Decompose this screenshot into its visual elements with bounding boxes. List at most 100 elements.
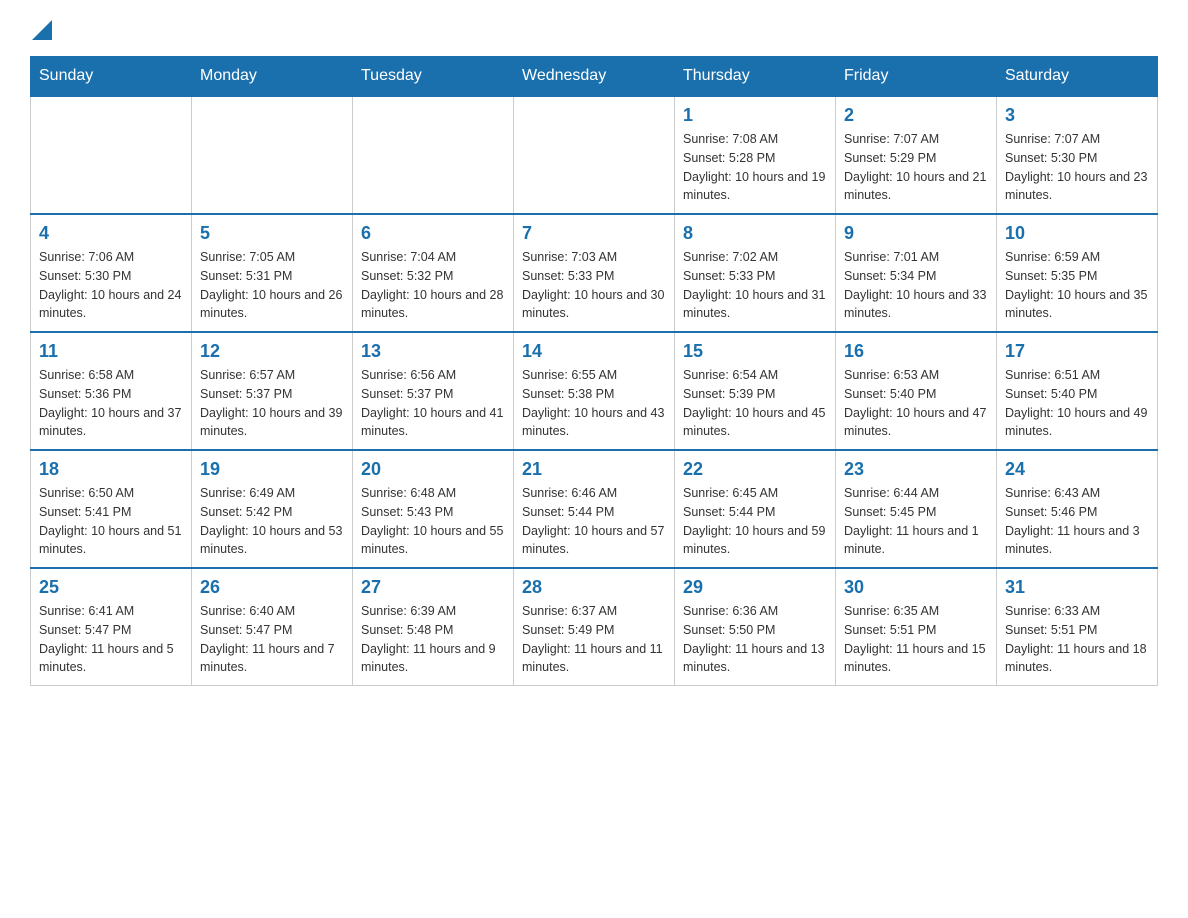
day-info: Sunrise: 7:05 AM Sunset: 5:31 PM Dayligh…: [200, 248, 344, 323]
day-info: Sunrise: 6:51 AM Sunset: 5:40 PM Dayligh…: [1005, 366, 1149, 441]
calendar-week-row: 4Sunrise: 7:06 AM Sunset: 5:30 PM Daylig…: [31, 214, 1158, 332]
day-number: 13: [361, 341, 505, 362]
day-info: Sunrise: 7:01 AM Sunset: 5:34 PM Dayligh…: [844, 248, 988, 323]
day-number: 27: [361, 577, 505, 598]
day-number: 23: [844, 459, 988, 480]
day-info: Sunrise: 7:03 AM Sunset: 5:33 PM Dayligh…: [522, 248, 666, 323]
day-info: Sunrise: 6:58 AM Sunset: 5:36 PM Dayligh…: [39, 366, 183, 441]
calendar-cell: 28 Sunrise: 6:37 AM Sunset: 5:49 PM Dayli…: [514, 568, 675, 686]
calendar-cell: 3Sunrise: 7:07 AM Sunset: 5:30 PM Daylig…: [997, 96, 1158, 214]
day-number: 5: [200, 223, 344, 244]
day-of-week-header: Friday: [836, 57, 997, 97]
calendar-cell: 18 Sunrise: 6:50 AM Sunset: 5:41 PM Dayli…: [31, 450, 192, 568]
day-number: 6: [361, 223, 505, 244]
calendar-cell: 17 Sunrise: 6:51 AM Sunset: 5:40 PM Dayli…: [997, 332, 1158, 450]
calendar-cell: 30Sunrise: 6:35 AM Sunset: 5:51 PM Dayli…: [836, 568, 997, 686]
day-info: Sunrise: 6:53 AM Sunset: 5:40 PM Dayligh…: [844, 366, 988, 441]
day-info: Sunrise: 6:49 AM Sunset: 5:42 PM Dayligh…: [200, 484, 344, 559]
calendar-cell: [514, 96, 675, 214]
day-number: 15: [683, 341, 827, 362]
day-info: Sunrise: 6:36 AM Sunset: 5:50 PM Dayligh…: [683, 602, 827, 677]
calendar-table: SundayMondayTuesdayWednesdayThursdayFrid…: [30, 56, 1158, 686]
calendar-cell: [353, 96, 514, 214]
day-number: 18: [39, 459, 183, 480]
day-number: 10: [1005, 223, 1149, 244]
day-info: Sunrise: 7:08 AM Sunset: 5:28 PM Dayligh…: [683, 130, 827, 205]
day-info: Sunrise: 6:59 AM Sunset: 5:35 PM Dayligh…: [1005, 248, 1149, 323]
calendar-cell: 10 Sunrise: 6:59 AM Sunset: 5:35 PM Dayli…: [997, 214, 1158, 332]
day-number: 28: [522, 577, 666, 598]
day-number: 4: [39, 223, 183, 244]
calendar-cell: 6 Sunrise: 7:04 AM Sunset: 5:32 PM Daylig…: [353, 214, 514, 332]
day-info: Sunrise: 6:33 AM Sunset: 5:51 PM Dayligh…: [1005, 602, 1149, 677]
day-of-week-header: Tuesday: [353, 57, 514, 97]
day-number: 9: [844, 223, 988, 244]
day-info: Sunrise: 6:44 AM Sunset: 5:45 PM Dayligh…: [844, 484, 988, 559]
calendar-cell: 27 Sunrise: 6:39 AM Sunset: 5:48 PM Dayli…: [353, 568, 514, 686]
calendar-cell: 16 Sunrise: 6:53 AM Sunset: 5:40 PM Dayli…: [836, 332, 997, 450]
day-number: 21: [522, 459, 666, 480]
day-number: 29: [683, 577, 827, 598]
day-info: Sunrise: 6:57 AM Sunset: 5:37 PM Dayligh…: [200, 366, 344, 441]
day-info: Sunrise: 6:55 AM Sunset: 5:38 PM Dayligh…: [522, 366, 666, 441]
calendar-cell: 20 Sunrise: 6:48 AM Sunset: 5:43 PM Dayli…: [353, 450, 514, 568]
calendar-cell: 26 Sunrise: 6:40 AM Sunset: 5:47 PM Dayli…: [192, 568, 353, 686]
day-info: Sunrise: 6:50 AM Sunset: 5:41 PM Dayligh…: [39, 484, 183, 559]
day-number: 19: [200, 459, 344, 480]
calendar-cell: 13Sunrise: 6:56 AM Sunset: 5:37 PM Dayli…: [353, 332, 514, 450]
calendar-cell: 21 Sunrise: 6:46 AM Sunset: 5:44 PM Dayli…: [514, 450, 675, 568]
calendar-week-row: 25Sunrise: 6:41 AM Sunset: 5:47 PM Dayli…: [31, 568, 1158, 686]
calendar-cell: 8 Sunrise: 7:02 AM Sunset: 5:33 PM Daylig…: [675, 214, 836, 332]
day-info: Sunrise: 6:37 AM Sunset: 5:49 PM Dayligh…: [522, 602, 666, 677]
calendar-cell: 24Sunrise: 6:43 AM Sunset: 5:46 PM Dayli…: [997, 450, 1158, 568]
calendar-cell: 5 Sunrise: 7:05 AM Sunset: 5:31 PM Daylig…: [192, 214, 353, 332]
calendar-week-row: 18 Sunrise: 6:50 AM Sunset: 5:41 PM Dayli…: [31, 450, 1158, 568]
calendar-cell: 11 Sunrise: 6:58 AM Sunset: 5:36 PM Dayli…: [31, 332, 192, 450]
day-number: 7: [522, 223, 666, 244]
day-info: Sunrise: 6:39 AM Sunset: 5:48 PM Dayligh…: [361, 602, 505, 677]
day-number: 26: [200, 577, 344, 598]
calendar-cell: [192, 96, 353, 214]
day-number: 25: [39, 577, 183, 598]
calendar-cell: 19 Sunrise: 6:49 AM Sunset: 5:42 PM Dayli…: [192, 450, 353, 568]
calendar-cell: 7 Sunrise: 7:03 AM Sunset: 5:33 PM Daylig…: [514, 214, 675, 332]
day-number: 22: [683, 459, 827, 480]
calendar-cell: [31, 96, 192, 214]
calendar-cell: 22 Sunrise: 6:45 AM Sunset: 5:44 PM Dayli…: [675, 450, 836, 568]
logo: [30, 20, 54, 40]
day-of-week-header: Sunday: [31, 57, 192, 97]
day-number: 30: [844, 577, 988, 598]
day-number: 1: [683, 105, 827, 126]
day-number: 2: [844, 105, 988, 126]
calendar-cell: 23 Sunrise: 6:44 AM Sunset: 5:45 PM Dayli…: [836, 450, 997, 568]
calendar-cell: 4Sunrise: 7:06 AM Sunset: 5:30 PM Daylig…: [31, 214, 192, 332]
day-of-week-header: Wednesday: [514, 57, 675, 97]
day-number: 11: [39, 341, 183, 362]
day-info: Sunrise: 6:40 AM Sunset: 5:47 PM Dayligh…: [200, 602, 344, 677]
calendar-header-row: SundayMondayTuesdayWednesdayThursdayFrid…: [31, 57, 1158, 97]
day-number: 16: [844, 341, 988, 362]
calendar-cell: 9 Sunrise: 7:01 AM Sunset: 5:34 PM Daylig…: [836, 214, 997, 332]
day-info: Sunrise: 6:45 AM Sunset: 5:44 PM Dayligh…: [683, 484, 827, 559]
calendar-cell: 29 Sunrise: 6:36 AM Sunset: 5:50 PM Dayli…: [675, 568, 836, 686]
calendar-cell: 25Sunrise: 6:41 AM Sunset: 5:47 PM Dayli…: [31, 568, 192, 686]
calendar-cell: 31Sunrise: 6:33 AM Sunset: 5:51 PM Dayli…: [997, 568, 1158, 686]
day-number: 8: [683, 223, 827, 244]
calendar-cell: 2 Sunrise: 7:07 AM Sunset: 5:29 PM Daylig…: [836, 96, 997, 214]
day-number: 3: [1005, 105, 1149, 126]
day-number: 20: [361, 459, 505, 480]
day-info: Sunrise: 7:07 AM Sunset: 5:29 PM Dayligh…: [844, 130, 988, 205]
calendar-cell: 15Sunrise: 6:54 AM Sunset: 5:39 PM Dayli…: [675, 332, 836, 450]
page-header: [30, 20, 1158, 40]
day-info: Sunrise: 7:04 AM Sunset: 5:32 PM Dayligh…: [361, 248, 505, 323]
day-info: Sunrise: 6:46 AM Sunset: 5:44 PM Dayligh…: [522, 484, 666, 559]
day-info: Sunrise: 7:02 AM Sunset: 5:33 PM Dayligh…: [683, 248, 827, 323]
day-number: 17: [1005, 341, 1149, 362]
day-info: Sunrise: 6:48 AM Sunset: 5:43 PM Dayligh…: [361, 484, 505, 559]
calendar-week-row: 11 Sunrise: 6:58 AM Sunset: 5:36 PM Dayli…: [31, 332, 1158, 450]
day-number: 14: [522, 341, 666, 362]
day-of-week-header: Thursday: [675, 57, 836, 97]
day-of-week-header: Saturday: [997, 57, 1158, 97]
calendar-cell: 1 Sunrise: 7:08 AM Sunset: 5:28 PM Daylig…: [675, 96, 836, 214]
calendar-cell: 14 Sunrise: 6:55 AM Sunset: 5:38 PM Dayli…: [514, 332, 675, 450]
